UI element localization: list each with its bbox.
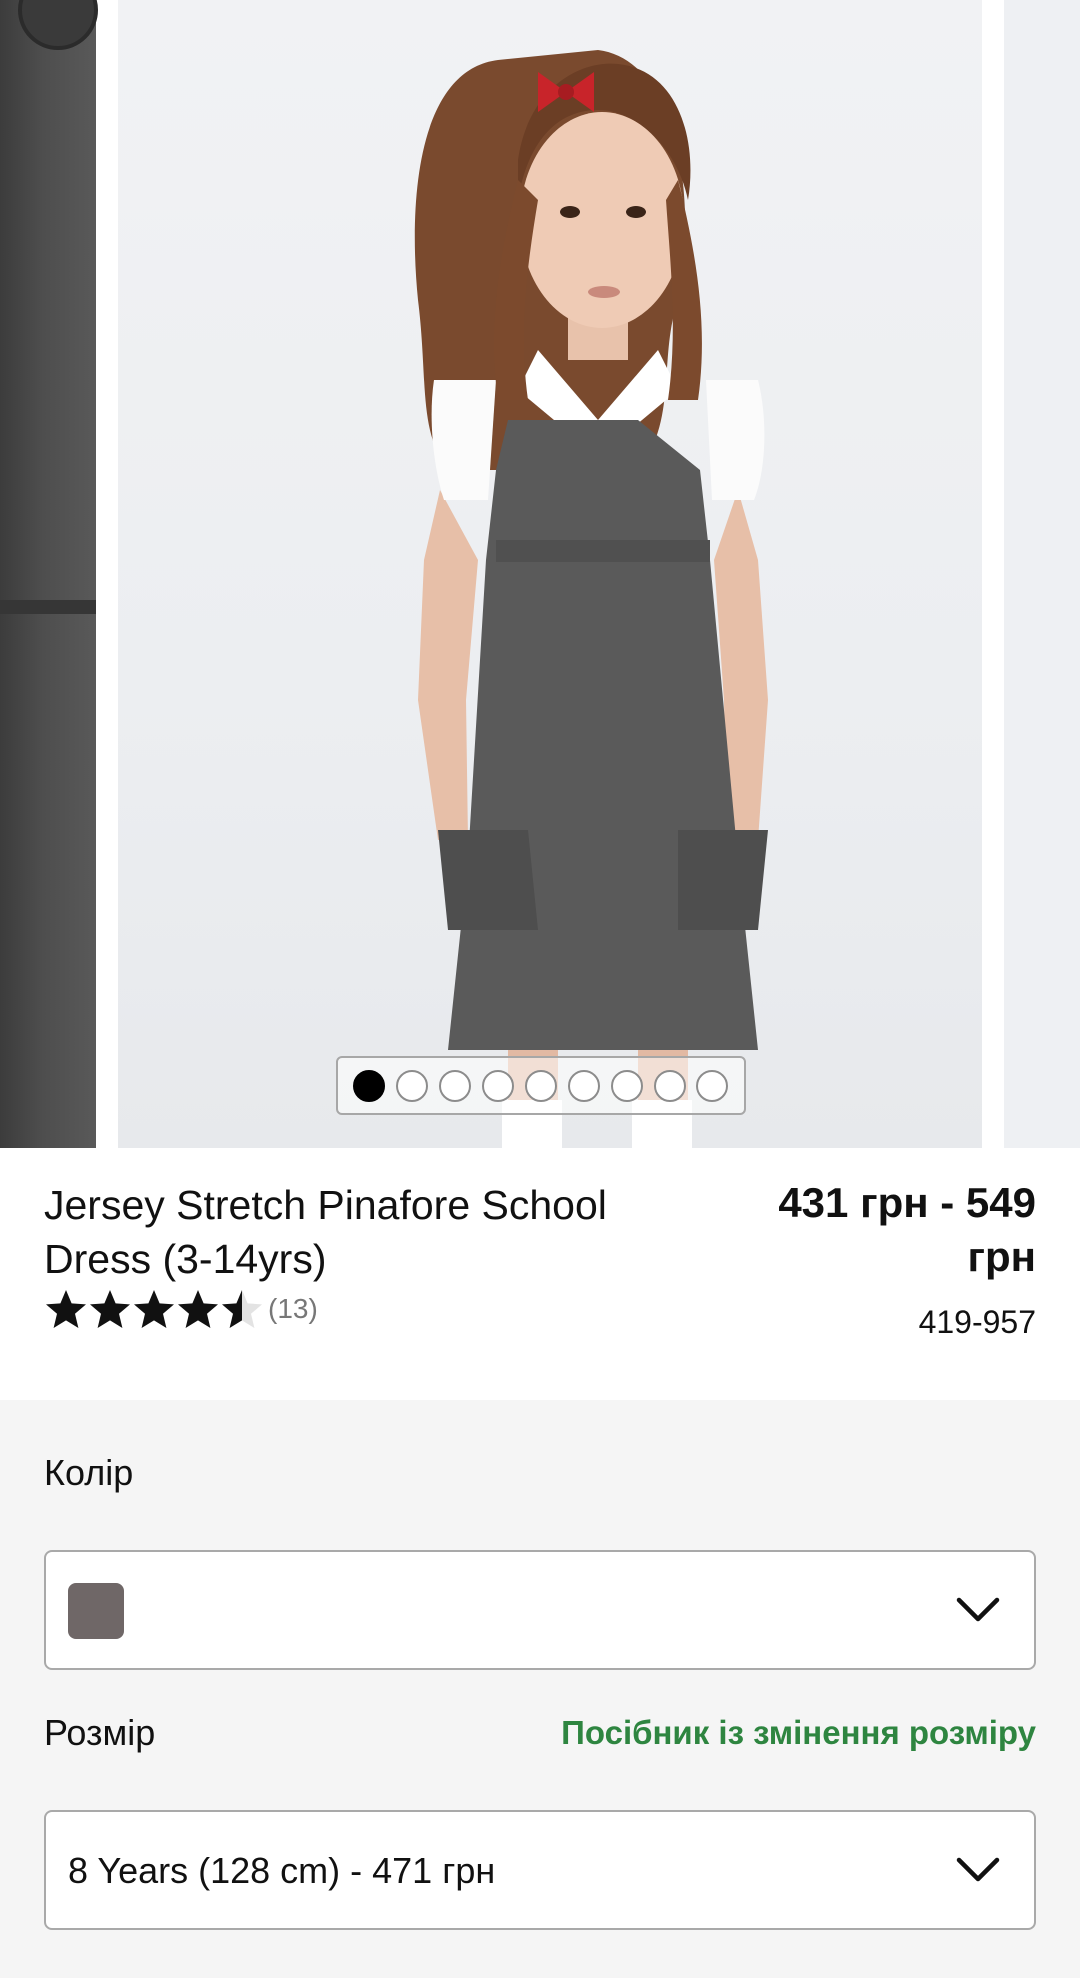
color-select[interactable] — [44, 1550, 1036, 1670]
fabric-seam-detail — [0, 600, 96, 614]
carousel-slide-previous[interactable] — [0, 0, 98, 1148]
star-icon — [90, 1290, 130, 1328]
product-sku: 419-957 — [918, 1304, 1036, 1340]
product-info: Jersey Stretch Pinafore School Dress (3-… — [0, 1148, 1080, 1400]
star-icon — [178, 1290, 218, 1328]
product-price: 431 грн - 549 грн — [778, 1179, 1036, 1280]
fabric-button-detail — [18, 0, 98, 50]
carousel-dot[interactable] — [653, 1069, 686, 1102]
selected-size: 8 Years (128 cm) - 471 грн — [68, 1850, 496, 1891]
carousel-pagination — [336, 1056, 746, 1115]
star-icon — [222, 1290, 262, 1328]
selected-color-swatch — [68, 1583, 124, 1639]
chevron-down-icon — [956, 1597, 1000, 1622]
rating-stars — [44, 1288, 264, 1330]
product-image-carousel[interactable] — [0, 0, 1080, 1148]
color-label: Колір — [44, 1452, 134, 1493]
size-select[interactable]: 8 Years (128 cm) - 471 грн — [44, 1810, 1036, 1930]
review-count[interactable]: (13) — [268, 1293, 318, 1325]
carousel-dot[interactable] — [396, 1069, 429, 1102]
carousel-dot[interactable] — [439, 1069, 472, 1102]
star-icon — [46, 1290, 86, 1328]
size-label: Розмір — [44, 1712, 156, 1753]
chevron-down-icon — [956, 1857, 1000, 1882]
carousel-slide-next[interactable] — [1004, 0, 1080, 1148]
product-rating[interactable]: (13) — [44, 1288, 318, 1330]
carousel-dot[interactable] — [610, 1069, 643, 1102]
product-title: Jersey Stretch Pinafore School Dress (3-… — [44, 1182, 607, 1282]
carousel-dot[interactable] — [353, 1069, 386, 1102]
product-photo — [414, 50, 768, 1148]
carousel-dot[interactable] — [696, 1069, 729, 1102]
product-options: Колір Розмір Посібник із змінення розмір… — [0, 1400, 1080, 1978]
size-guide-link[interactable]: Посібник із змінення розміру — [561, 1714, 1036, 1752]
carousel-dot[interactable] — [524, 1069, 557, 1102]
carousel-slide-current[interactable] — [118, 0, 982, 1148]
carousel-dot[interactable] — [482, 1069, 515, 1102]
star-icon — [134, 1290, 174, 1328]
carousel-dot[interactable] — [567, 1069, 600, 1102]
